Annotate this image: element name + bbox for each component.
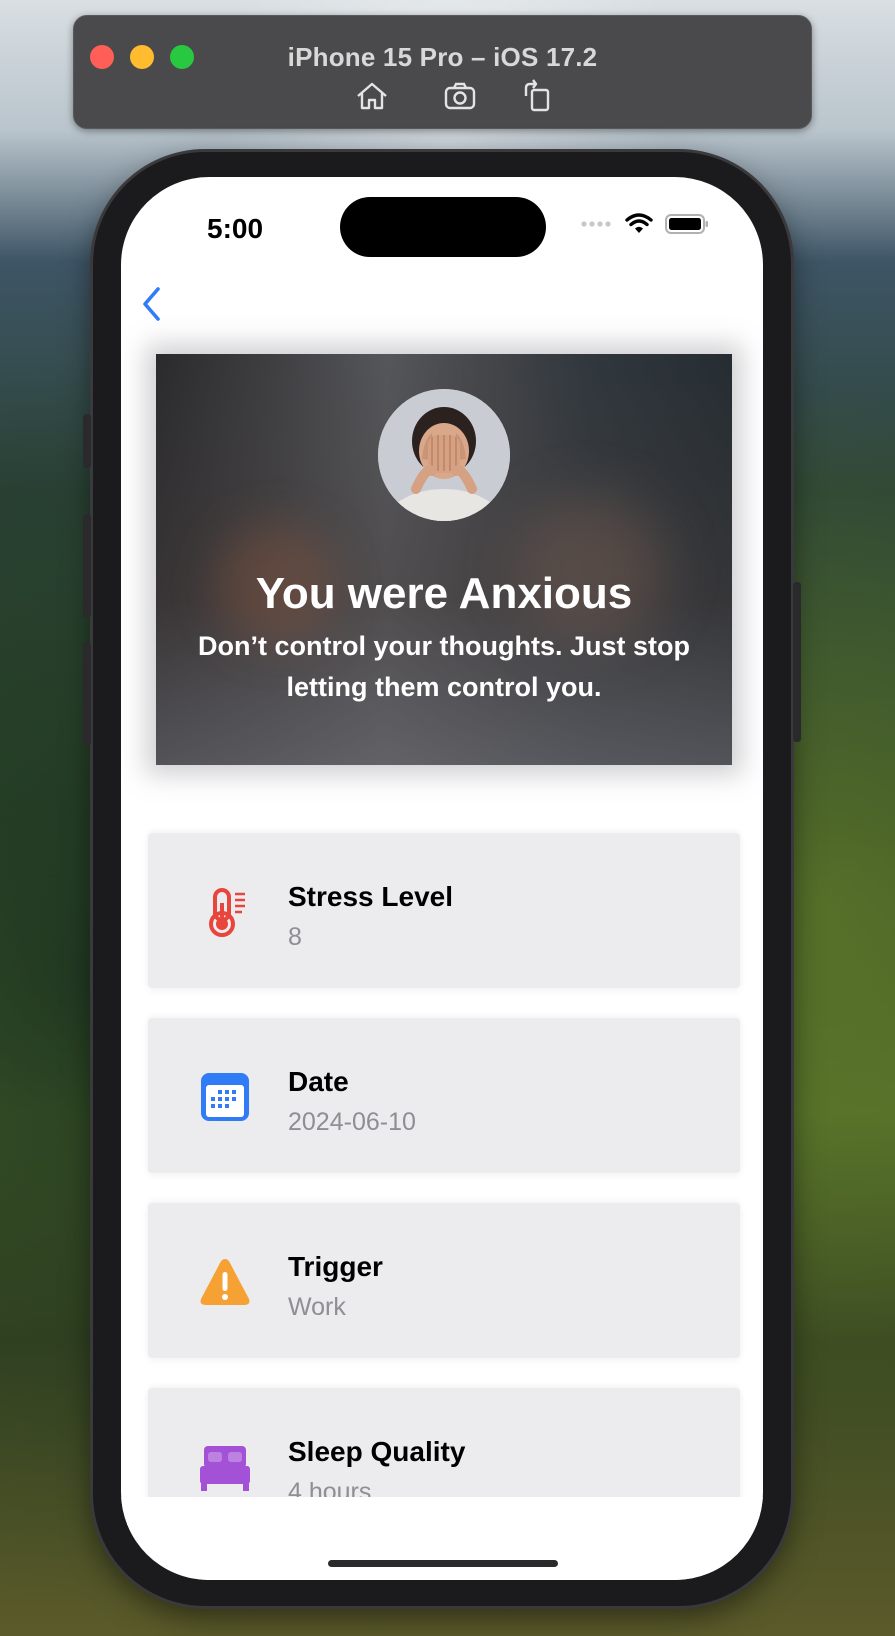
date-card[interactable]: Date 2024-06-10 bbox=[148, 1018, 740, 1173]
chevron-left-icon bbox=[143, 287, 160, 321]
cellular-signal-icon bbox=[581, 221, 611, 227]
status-time: 5:00 bbox=[207, 213, 264, 244]
card-title: Sleep Quality bbox=[288, 1436, 466, 1467]
power-button bbox=[793, 582, 801, 742]
volume-up-button bbox=[83, 514, 91, 618]
action-button bbox=[83, 414, 91, 468]
mood-quote: Don’t control your thoughts. Just stop l… bbox=[198, 631, 690, 702]
thermometer-icon bbox=[198, 885, 252, 939]
warning-icon bbox=[198, 1255, 252, 1309]
back-button[interactable] bbox=[133, 279, 173, 329]
home-button[interactable] bbox=[350, 76, 394, 116]
card-title: Stress Level bbox=[288, 881, 453, 912]
status-indicators bbox=[581, 213, 709, 235]
card-value: 8 bbox=[288, 923, 302, 951]
iphone-frame: 5:00 You were Anxious Don’t control your… bbox=[83, 152, 801, 1606]
stress-level-card[interactable]: Stress Level 8 bbox=[148, 833, 740, 988]
app-screen: 5:00 You were Anxious Don’t control your… bbox=[121, 177, 763, 1580]
trigger-card[interactable]: Trigger Work bbox=[148, 1203, 740, 1358]
simulator-title: iPhone 15 Pro – iOS 17.2 bbox=[287, 42, 598, 72]
volume-down-button bbox=[83, 642, 91, 746]
anxious-person-illustration bbox=[378, 389, 510, 521]
screenshot-button[interactable] bbox=[438, 76, 482, 116]
dynamic-island bbox=[340, 197, 546, 257]
bed-icon bbox=[198, 1440, 252, 1494]
rotate-icon bbox=[524, 79, 550, 112]
card-title: Trigger bbox=[288, 1251, 383, 1282]
mood-avatar-image bbox=[378, 389, 510, 521]
card-title: Date bbox=[288, 1066, 349, 1097]
simulator-toolbar: iPhone 15 Pro – iOS 17.2 bbox=[73, 15, 812, 129]
rotate-button[interactable] bbox=[516, 76, 560, 116]
card-value: 2024-06-10 bbox=[288, 1108, 416, 1136]
wifi-icon bbox=[625, 213, 653, 233]
mood-hero-card: You were Anxious Don’t control your thou… bbox=[156, 354, 732, 765]
battery-icon bbox=[665, 214, 708, 234]
calendar-icon bbox=[198, 1070, 252, 1124]
camera-icon bbox=[444, 82, 476, 110]
home-icon bbox=[357, 82, 387, 110]
mood-title: You were Anxious bbox=[255, 569, 633, 618]
card-value: Work bbox=[288, 1293, 346, 1321]
home-indicator[interactable] bbox=[328, 1560, 558, 1567]
